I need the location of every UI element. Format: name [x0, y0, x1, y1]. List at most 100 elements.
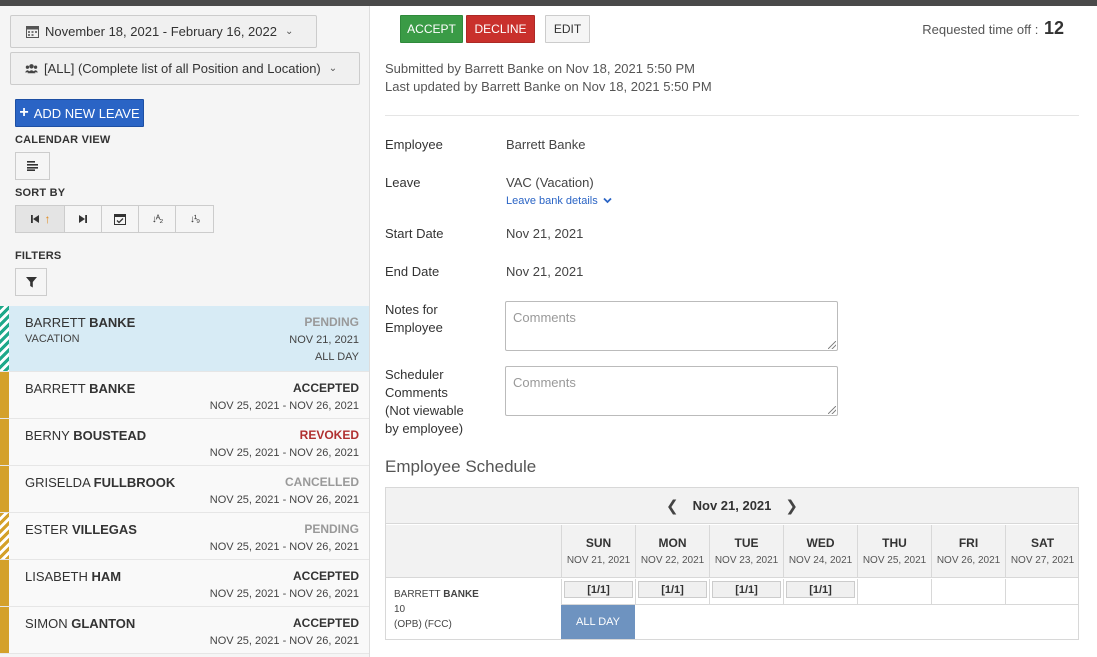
updated-info: Last updated by Barrett Banke on Nov 18,… [385, 79, 712, 94]
add-new-leave-button[interactable]: + ADD NEW LEAVE [15, 99, 144, 127]
shift-cell: [1/1] [783, 579, 857, 605]
requested-time-off-label: Requested time off : [922, 22, 1039, 37]
day-header: WED NOV 24, 2021 [783, 525, 857, 578]
requested-time-off: Requested time off : 12 [922, 18, 1064, 39]
shift-badge[interactable]: [1/1] [564, 581, 633, 598]
list-icon [26, 161, 38, 171]
status-badge: ACCEPTED [292, 616, 359, 630]
employee-info: BARRETT BANKE 10 (OPB) (FCC) [394, 589, 479, 630]
add-new-leave-label: ADD NEW LEAVE [33, 105, 140, 121]
decline-button[interactable]: DECLINE [466, 15, 535, 43]
sort-date-button[interactable] [102, 206, 139, 232]
employee-number: 10 [394, 604, 406, 615]
employee-name: GRISELDA FULLBROOK [25, 475, 176, 490]
status-stripe [0, 513, 9, 559]
employee-name: LISABETH HAM [25, 569, 122, 584]
resize-handle[interactable] [828, 341, 836, 349]
plus-icon: + [19, 104, 29, 121]
leave-detail-panel: ACCEPT DECLINE EDIT Requested time off :… [370, 6, 1097, 657]
day-header: FRI NOV 26, 2021 [931, 525, 1005, 578]
leave-dates: NOV 21, 2021 [289, 334, 359, 346]
week-navigator: ❮ Nov 21, 2021 ❯ [386, 488, 1078, 524]
day-header: TUE NOV 23, 2021 [709, 525, 783, 578]
chevron-down-icon [603, 197, 612, 204]
shift-cell [1005, 579, 1079, 605]
list-item[interactable]: ESTER VILLEGAS PENDING NOV 25, 2021 - NO… [0, 513, 369, 560]
all-day-leave-bar[interactable]: ALL DAY [561, 605, 635, 639]
step-backward-icon [30, 215, 39, 223]
status-stripe [0, 419, 9, 465]
sort-by-label: SORT BY [15, 187, 66, 199]
leave-dates: NOV 25, 2021 - NOV 26, 2021 [209, 635, 359, 647]
resize-handle[interactable] [828, 406, 836, 414]
list-item[interactable]: LISABETH HAM ACCEPTED NOV 25, 2021 - NOV… [0, 560, 369, 607]
end-date-label: End Date [385, 264, 440, 279]
week-label: Nov 21, 2021 [692, 498, 772, 513]
shift-cell: [1/1] [709, 579, 783, 605]
date-range-label: November 18, 2021 - February 16, 2022 [45, 24, 277, 39]
shift-cell [857, 579, 931, 605]
day-header: THU NOV 25, 2021 [857, 525, 931, 578]
employee-value: Barrett Banke [506, 137, 586, 152]
start-date-value: Nov 21, 2021 [506, 226, 584, 241]
status-stripe [0, 560, 9, 606]
sort-first-name-button[interactable]: ↑ [16, 206, 65, 232]
employee-name: BARRETT BANKE [25, 381, 136, 396]
day-header-row: SUN NOV 21, 2021 MON NOV 22, 2021 TUE NOV 2… [386, 525, 1078, 578]
date-range-dropdown[interactable]: November 18, 2021 - February 16, 2022 ⌄ [10, 15, 317, 48]
employee-schedule-row: BARRETT BANKE 10 (OPB) (FCC) [1/1] [1/1]… [386, 579, 1079, 639]
leave-request-list: BARRETT BANKE PENDING VACATION NOV 21, 2… [0, 306, 369, 654]
leave-dates: NOV 25, 2021 - NOV 26, 2021 [209, 494, 359, 506]
leave-dates: NOV 25, 2021 - NOV 26, 2021 [209, 400, 359, 412]
employee-name: ESTER VILLEGAS [25, 522, 137, 537]
shift-badge[interactable]: [1/1] [786, 581, 855, 598]
filter-button[interactable] [15, 268, 47, 296]
employee-name: SIMON GLANTON [25, 616, 136, 631]
notes-for-employee-label: Notes for Employee [385, 302, 443, 335]
leave-bank-details-link[interactable]: Leave bank details [506, 195, 612, 207]
sort-last-name-button[interactable] [65, 206, 102, 232]
leave-dates: NOV 25, 2021 - NOV 26, 2021 [209, 447, 359, 459]
status-badge: PENDING [304, 315, 359, 329]
chevron-down-icon: ⌄ [284, 26, 294, 37]
employee-codes: (OPB) (FCC) [394, 619, 452, 630]
accept-button[interactable]: ACCEPT [400, 15, 463, 43]
arrow-up-icon: ↑ [44, 212, 51, 226]
edit-button[interactable]: EDIT [545, 15, 590, 43]
status-badge: ACCEPTED [292, 381, 359, 395]
list-item[interactable]: SIMON GLANTON ACCEPTED NOV 25, 2021 - NO… [0, 607, 369, 654]
shift-cell: [1/1] [635, 579, 709, 605]
day-header: SAT NOV 27, 2021 [1005, 525, 1079, 578]
leave-duration: ALL DAY [314, 351, 359, 363]
location-dropdown[interactable]: [ALL] (Complete list of all Position and… [10, 52, 360, 85]
employee-name: BERNY BOUSTEAD [25, 428, 147, 443]
sort-numeric-icon: ↓¹₉ [189, 213, 200, 225]
leave-value: VAC (Vacation) [506, 175, 594, 190]
list-item[interactable]: GRISELDA FULLBROOK CANCELLED NOV 25, 202… [0, 466, 369, 513]
list-view-button[interactable] [15, 152, 50, 180]
employee-schedule-title: Employee Schedule [385, 457, 537, 476]
notes-for-employee-field[interactable]: Comments [505, 301, 838, 351]
status-stripe [0, 466, 9, 512]
employee-name: BARRETT BANKE [25, 315, 136, 330]
sort-alpha-button[interactable]: ↓ᴬ₂ [139, 206, 176, 232]
status-badge: CANCELLED [285, 475, 359, 489]
calendar-icon [26, 25, 39, 38]
shift-badge[interactable]: [1/1] [638, 581, 707, 598]
chevron-left-icon[interactable]: ❮ [666, 497, 679, 515]
submitted-info: Submitted by Barrett Banke on Nov 18, 20… [385, 61, 696, 76]
scheduler-comments-field[interactable]: Comments [505, 366, 838, 416]
leave-dates: NOV 25, 2021 - NOV 26, 2021 [209, 588, 359, 600]
chevron-right-icon[interactable]: ❯ [785, 497, 798, 515]
chevron-down-icon: ⌄ [328, 63, 338, 74]
sort-alpha-icon: ↓ᴬ₂ [151, 213, 163, 225]
requested-time-off-value: 12 [1043, 18, 1064, 38]
day-header: MON NOV 22, 2021 [635, 525, 709, 578]
list-item[interactable]: BERNY BOUSTEAD REVOKED NOV 25, 2021 - NO… [0, 419, 369, 466]
action-toolbar: ACCEPT DECLINE EDIT Requested time off :… [370, 6, 1097, 54]
list-item[interactable]: BARRETT BANKE ACCEPTED NOV 25, 2021 - NO… [0, 372, 369, 419]
shift-badge[interactable]: [1/1] [712, 581, 781, 598]
location-label: [ALL] (Complete list of all Position and… [44, 61, 321, 76]
list-item[interactable]: BARRETT BANKE PENDING VACATION NOV 21, 2… [0, 306, 369, 372]
sort-numeric-button[interactable]: ↓¹₉ [176, 206, 213, 232]
